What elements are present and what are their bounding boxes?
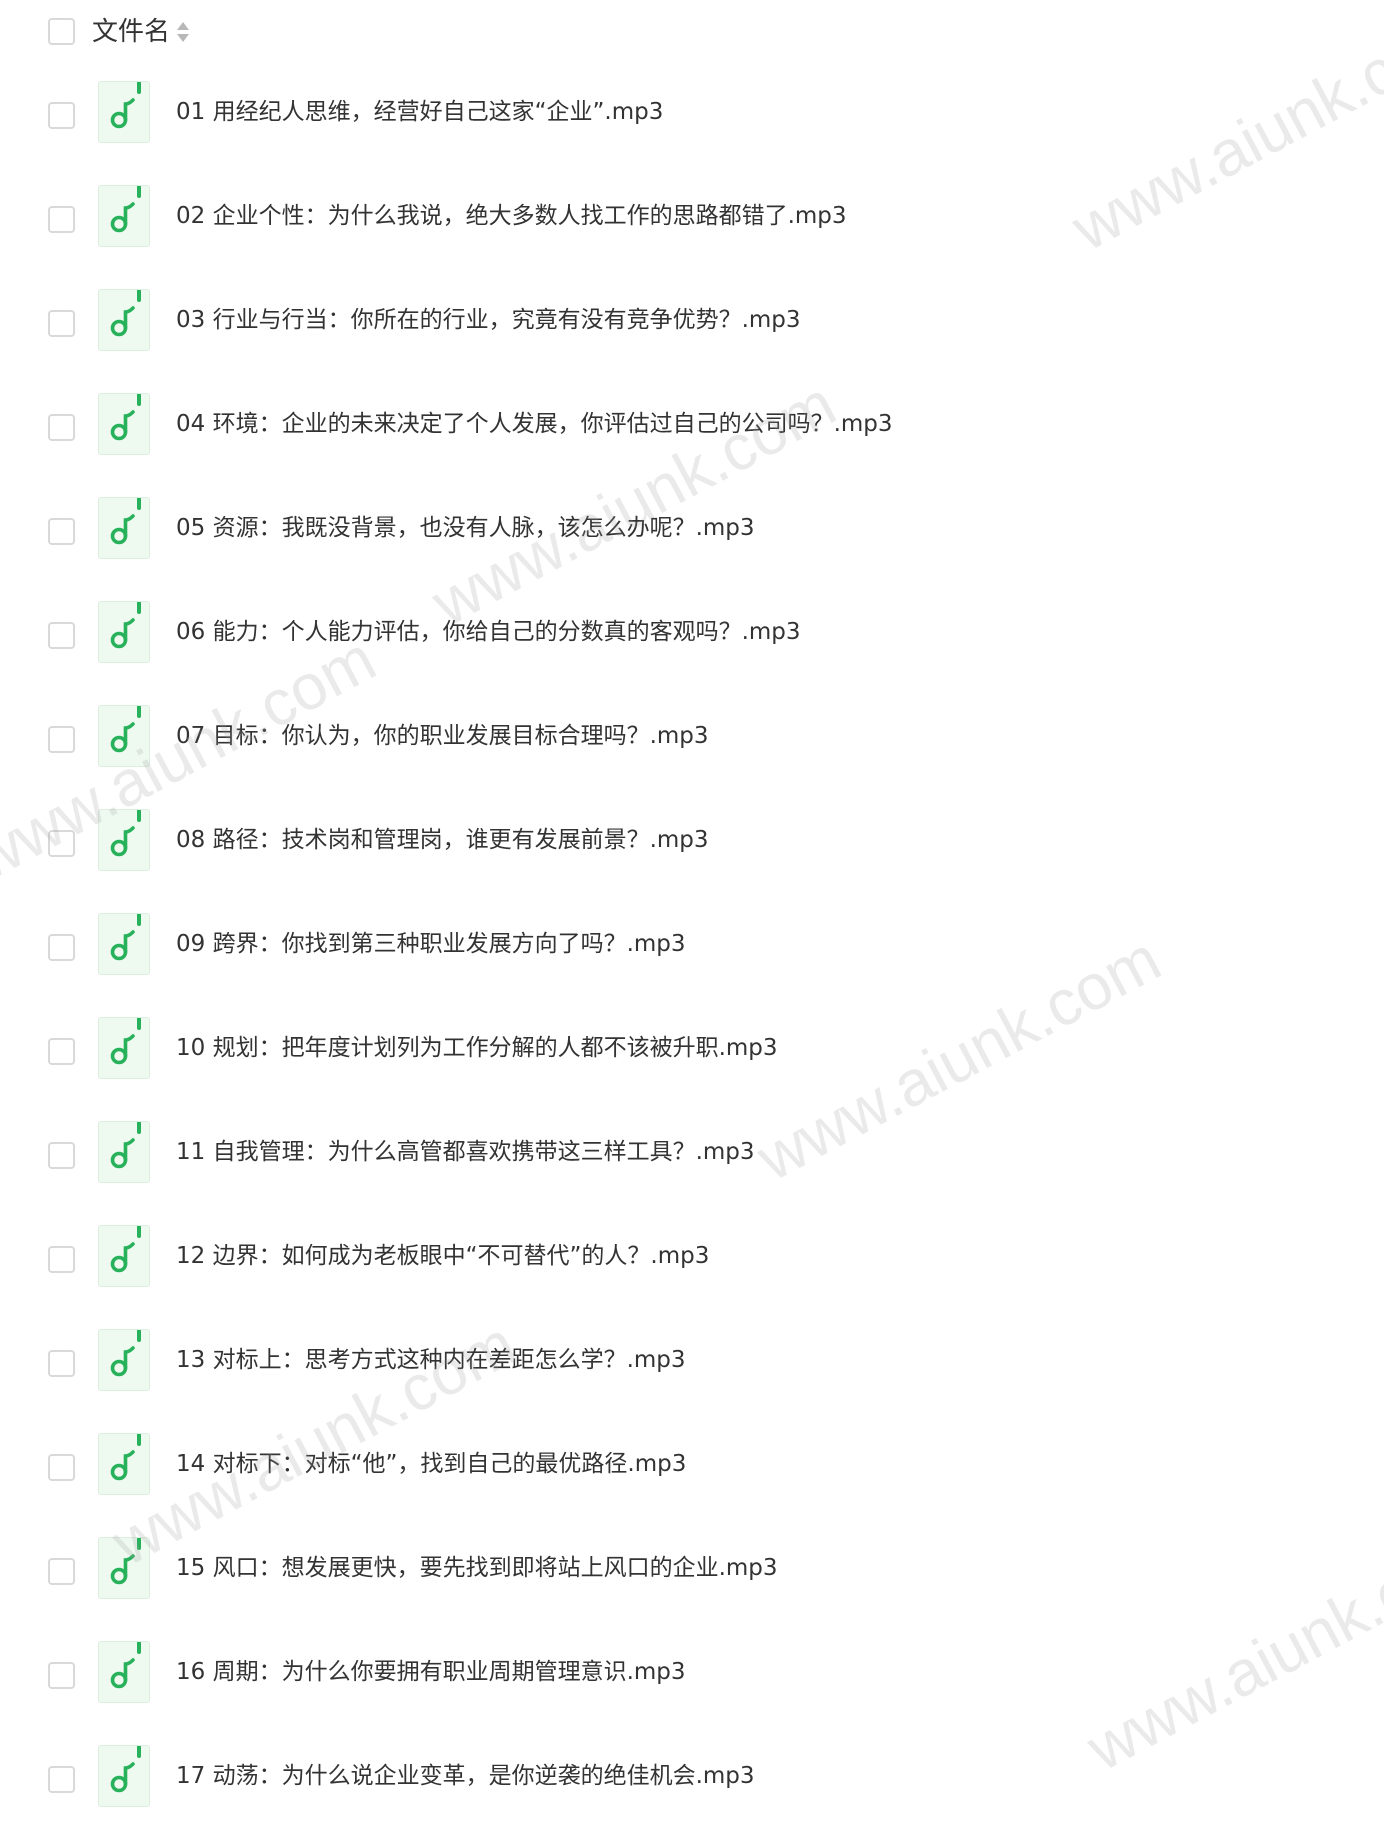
file-row-checkbox[interactable] xyxy=(48,102,75,129)
file-name[interactable]: 14 对标下：对标“他”，找到自己的最优路径.mp3 xyxy=(176,1446,686,1482)
column-header-filename[interactable]: 文件名 xyxy=(92,14,170,50)
file-name[interactable]: 01 用经纪人思维，经营好自己这家“企业”.mp3 xyxy=(176,94,663,130)
music-file-icon[interactable] xyxy=(98,601,150,663)
file-name[interactable]: 11 自我管理：为什么高管都喜欢携带这三样工具？.mp3 xyxy=(176,1134,755,1170)
music-file-icon[interactable] xyxy=(98,393,150,455)
music-file-icon[interactable] xyxy=(98,1537,150,1599)
file-row[interactable]: 06 能力：个人能力评估，你给自己的分数真的客观吗？.mp3 xyxy=(0,584,1384,688)
file-name[interactable]: 05 资源：我既没背景，也没有人脉，该怎么办呢？.mp3 xyxy=(176,510,755,546)
file-row[interactable]: 16 周期：为什么你要拥有职业周期管理意识.mp3 xyxy=(0,1624,1384,1728)
file-row-checkbox[interactable] xyxy=(48,1142,75,1169)
file-name[interactable]: 12 边界：如何成为老板眼中“不可替代”的人？.mp3 xyxy=(176,1238,709,1274)
file-row[interactable]: 10 规划：把年度计划列为工作分解的人都不该被升职.mp3 xyxy=(0,1000,1384,1104)
file-row[interactable]: 08 路径：技术岗和管理岗，谁更有发展前景？.mp3 xyxy=(0,792,1384,896)
file-row[interactable]: 13 对标上：思考方式这种内在差距怎么学？.mp3 xyxy=(0,1312,1384,1416)
music-file-icon[interactable] xyxy=(98,185,150,247)
music-file-icon[interactable] xyxy=(98,1433,150,1495)
file-row-checkbox[interactable] xyxy=(48,726,75,753)
select-all-checkbox[interactable] xyxy=(48,18,75,45)
file-name[interactable]: 07 目标：你认为，你的职业发展目标合理吗？.mp3 xyxy=(176,718,709,754)
music-file-icon[interactable] xyxy=(98,497,150,559)
sort-icon[interactable] xyxy=(176,20,190,44)
file-row[interactable]: 07 目标：你认为，你的职业发展目标合理吗？.mp3 xyxy=(0,688,1384,792)
file-name[interactable]: 13 对标上：思考方式这种内在差距怎么学？.mp3 xyxy=(176,1342,686,1378)
file-name[interactable]: 08 路径：技术岗和管理岗，谁更有发展前景？.mp3 xyxy=(176,822,709,858)
file-row-checkbox[interactable] xyxy=(48,1246,75,1273)
file-row-checkbox[interactable] xyxy=(48,310,75,337)
file-row-checkbox[interactable] xyxy=(48,1454,75,1481)
music-file-icon[interactable] xyxy=(98,289,150,351)
music-file-icon[interactable] xyxy=(98,913,150,975)
file-row-checkbox[interactable] xyxy=(48,830,75,857)
music-file-icon[interactable] xyxy=(98,81,150,143)
file-name[interactable]: 09 跨界：你找到第三种职业发展方向了吗？.mp3 xyxy=(176,926,686,962)
file-name[interactable]: 16 周期：为什么你要拥有职业周期管理意识.mp3 xyxy=(176,1654,686,1690)
file-row-checkbox[interactable] xyxy=(48,934,75,961)
music-file-icon[interactable] xyxy=(98,1225,150,1287)
file-row-checkbox[interactable] xyxy=(48,518,75,545)
music-file-icon[interactable] xyxy=(98,1121,150,1183)
file-row[interactable]: 02 企业个性：为什么我说，绝大多数人找工作的思路都错了.mp3 xyxy=(0,168,1384,272)
music-file-icon[interactable] xyxy=(98,1017,150,1079)
file-name[interactable]: 15 风口：想发展更快，要先找到即将站上风口的企业.mp3 xyxy=(176,1550,778,1586)
file-row[interactable]: 01 用经纪人思维，经营好自己这家“企业”.mp3 xyxy=(0,64,1384,168)
music-file-icon[interactable] xyxy=(98,1641,150,1703)
file-name[interactable]: 02 企业个性：为什么我说，绝大多数人找工作的思路都错了.mp3 xyxy=(176,198,847,234)
file-row[interactable]: 14 对标下：对标“他”，找到自己的最优路径.mp3 xyxy=(0,1416,1384,1520)
file-row[interactable]: 17 动荡：为什么说企业变革，是你逆袭的绝佳机会.mp3 xyxy=(0,1728,1384,1832)
file-list-header: 文件名 xyxy=(0,0,1384,64)
file-name[interactable]: 10 规划：把年度计划列为工作分解的人都不该被升职.mp3 xyxy=(176,1030,778,1066)
file-name[interactable]: 06 能力：个人能力评估，你给自己的分数真的客观吗？.mp3 xyxy=(176,614,801,650)
file-row-checkbox[interactable] xyxy=(48,622,75,649)
file-row[interactable]: 03 行业与行当：你所在的行业，究竟有没有竞争优势？.mp3 xyxy=(0,272,1384,376)
file-row[interactable]: 04 环境：企业的未来决定了个人发展，你评估过自己的公司吗？.mp3 xyxy=(0,376,1384,480)
file-row-checkbox[interactable] xyxy=(48,1558,75,1585)
file-rows: 01 用经纪人思维，经营好自己这家“企业”.mp3 02 企业个性：为什么我说，绝… xyxy=(0,64,1384,1832)
file-row-checkbox[interactable] xyxy=(48,206,75,233)
music-file-icon[interactable] xyxy=(98,705,150,767)
file-name[interactable]: 17 动荡：为什么说企业变革，是你逆袭的绝佳机会.mp3 xyxy=(176,1758,755,1794)
file-row[interactable]: 11 自我管理：为什么高管都喜欢携带这三样工具？.mp3 xyxy=(0,1104,1384,1208)
file-row-checkbox[interactable] xyxy=(48,1766,75,1793)
file-row[interactable]: 05 资源：我既没背景，也没有人脉，该怎么办呢？.mp3 xyxy=(0,480,1384,584)
file-row-checkbox[interactable] xyxy=(48,1662,75,1689)
file-row[interactable]: 09 跨界：你找到第三种职业发展方向了吗？.mp3 xyxy=(0,896,1384,1000)
file-name[interactable]: 04 环境：企业的未来决定了个人发展，你评估过自己的公司吗？.mp3 xyxy=(176,406,893,442)
file-row[interactable]: 12 边界：如何成为老板眼中“不可替代”的人？.mp3 xyxy=(0,1208,1384,1312)
file-row-checkbox[interactable] xyxy=(48,1038,75,1065)
file-row-checkbox[interactable] xyxy=(48,414,75,441)
file-row[interactable]: 15 风口：想发展更快，要先找到即将站上风口的企业.mp3 xyxy=(0,1520,1384,1624)
music-file-icon[interactable] xyxy=(98,1745,150,1807)
music-file-icon[interactable] xyxy=(98,1329,150,1391)
music-file-icon[interactable] xyxy=(98,809,150,871)
file-row-checkbox[interactable] xyxy=(48,1350,75,1377)
file-name[interactable]: 03 行业与行当：你所在的行业，究竟有没有竞争优势？.mp3 xyxy=(176,302,801,338)
file-list: 文件名 01 用经纪人思维，经营好自己这家“企业”.mp3 02 企业个性：为什么… xyxy=(0,0,1384,1807)
